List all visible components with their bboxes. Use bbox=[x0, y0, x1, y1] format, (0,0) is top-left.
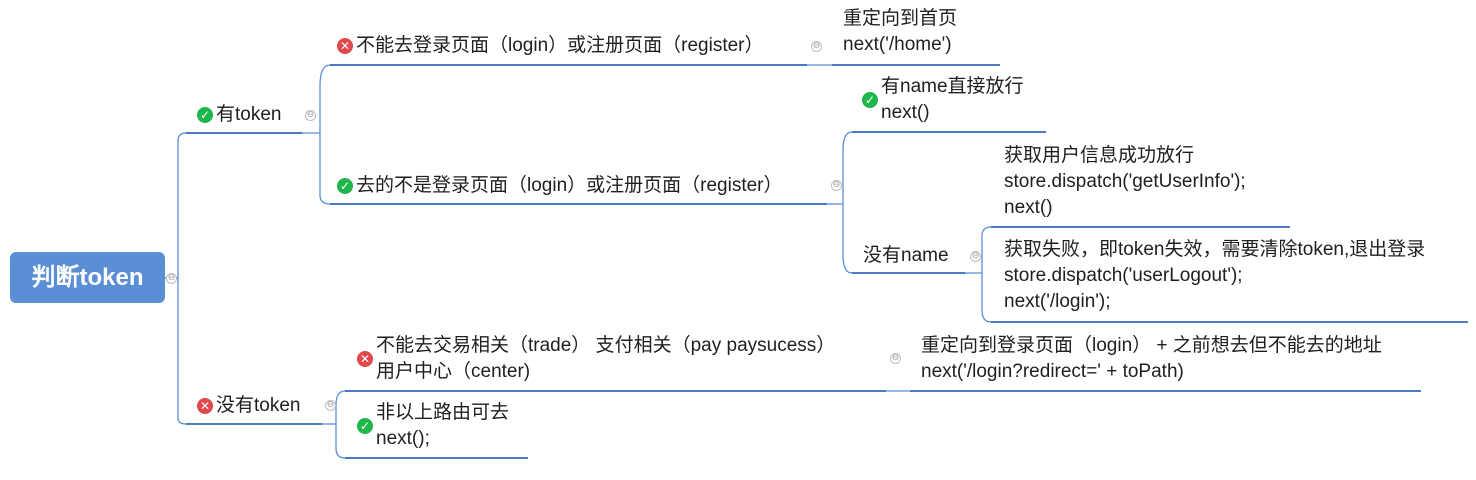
node-text-line: next() bbox=[1004, 197, 1053, 218]
collapse-icon[interactable]: ⊖ bbox=[890, 353, 901, 364]
check-icon: ✓ bbox=[357, 418, 373, 434]
node-has-token[interactable]: 有token bbox=[216, 102, 281, 128]
node-text-line: 获取用户信息成功放行 bbox=[1004, 145, 1195, 166]
node-other-routes[interactable]: 非以上路由可去 next(); bbox=[376, 400, 509, 452]
node-text-line: store.dispatch('userLogout'); bbox=[1004, 265, 1243, 286]
check-icon: ✓ bbox=[197, 107, 213, 123]
node-text-line: next('/login'); bbox=[1004, 291, 1111, 312]
collapse-icon[interactable]: ⊖ bbox=[831, 180, 842, 191]
root-node[interactable]: 判断token bbox=[10, 252, 165, 303]
node-text-line: 非以上路由可去 bbox=[376, 402, 510, 423]
node-text-line: 不能去交易相关（trade） 支付相关（pay paysucess） bbox=[376, 335, 836, 356]
node-text-line: next('/login?redirect=' + toPath) bbox=[921, 361, 1184, 382]
node-text-line: next(); bbox=[376, 428, 430, 449]
node-text-line: 有name直接放行 bbox=[881, 76, 1024, 97]
node-userinfo-success[interactable]: 获取用户信息成功放行 store.dispatch('getUserInfo')… bbox=[1004, 143, 1246, 221]
node-text-line: 重定向到首页 bbox=[843, 8, 958, 29]
cross-icon: ✕ bbox=[337, 38, 353, 54]
check-icon: ✓ bbox=[337, 178, 353, 194]
cross-icon: ✕ bbox=[197, 398, 213, 414]
node-text-line: 重定向到登录页面（login） + 之前想去但不能去的地址 bbox=[921, 335, 1382, 356]
node-text-line: 获取失败，即token失效，需要清除token,退出登录 bbox=[1004, 239, 1426, 260]
node-userinfo-fail[interactable]: 获取失败，即token失效，需要清除token,退出登录 store.dispa… bbox=[1004, 237, 1425, 315]
node-has-name[interactable]: 有name直接放行 next() bbox=[881, 74, 1024, 126]
node-no-token[interactable]: 没有token bbox=[216, 393, 300, 419]
collapse-icon[interactable]: ⊖ bbox=[166, 273, 177, 284]
node-redirect-login[interactable]: 重定向到登录页面（login） + 之前想去但不能去的地址 next('/log… bbox=[921, 333, 1382, 385]
collapse-icon[interactable]: ⊖ bbox=[811, 41, 822, 52]
collapse-icon[interactable]: ⊖ bbox=[325, 400, 336, 411]
node-restricted-routes[interactable]: 不能去交易相关（trade） 支付相关（pay paysucess） 用户中心（… bbox=[376, 333, 835, 385]
node-text-line: 用户中心（center) bbox=[376, 361, 531, 382]
node-cannot-login-register[interactable]: 不能去登录页面（login）或注册页面（register） bbox=[356, 33, 764, 59]
cross-icon: ✕ bbox=[357, 351, 373, 367]
node-redirect-home[interactable]: 重定向到首页 next('/home') bbox=[843, 6, 957, 58]
collapse-icon[interactable]: ⊖ bbox=[305, 110, 316, 121]
node-text-line: next() bbox=[881, 102, 930, 123]
node-no-name[interactable]: 没有name bbox=[863, 243, 949, 269]
node-text-line: next('/home') bbox=[843, 34, 952, 55]
collapse-icon[interactable]: ⊖ bbox=[970, 251, 981, 262]
node-not-login-register[interactable]: 去的不是登录页面（login）或注册页面（register） bbox=[356, 173, 783, 199]
node-text-line: store.dispatch('getUserInfo'); bbox=[1004, 171, 1246, 192]
check-icon: ✓ bbox=[862, 92, 878, 108]
